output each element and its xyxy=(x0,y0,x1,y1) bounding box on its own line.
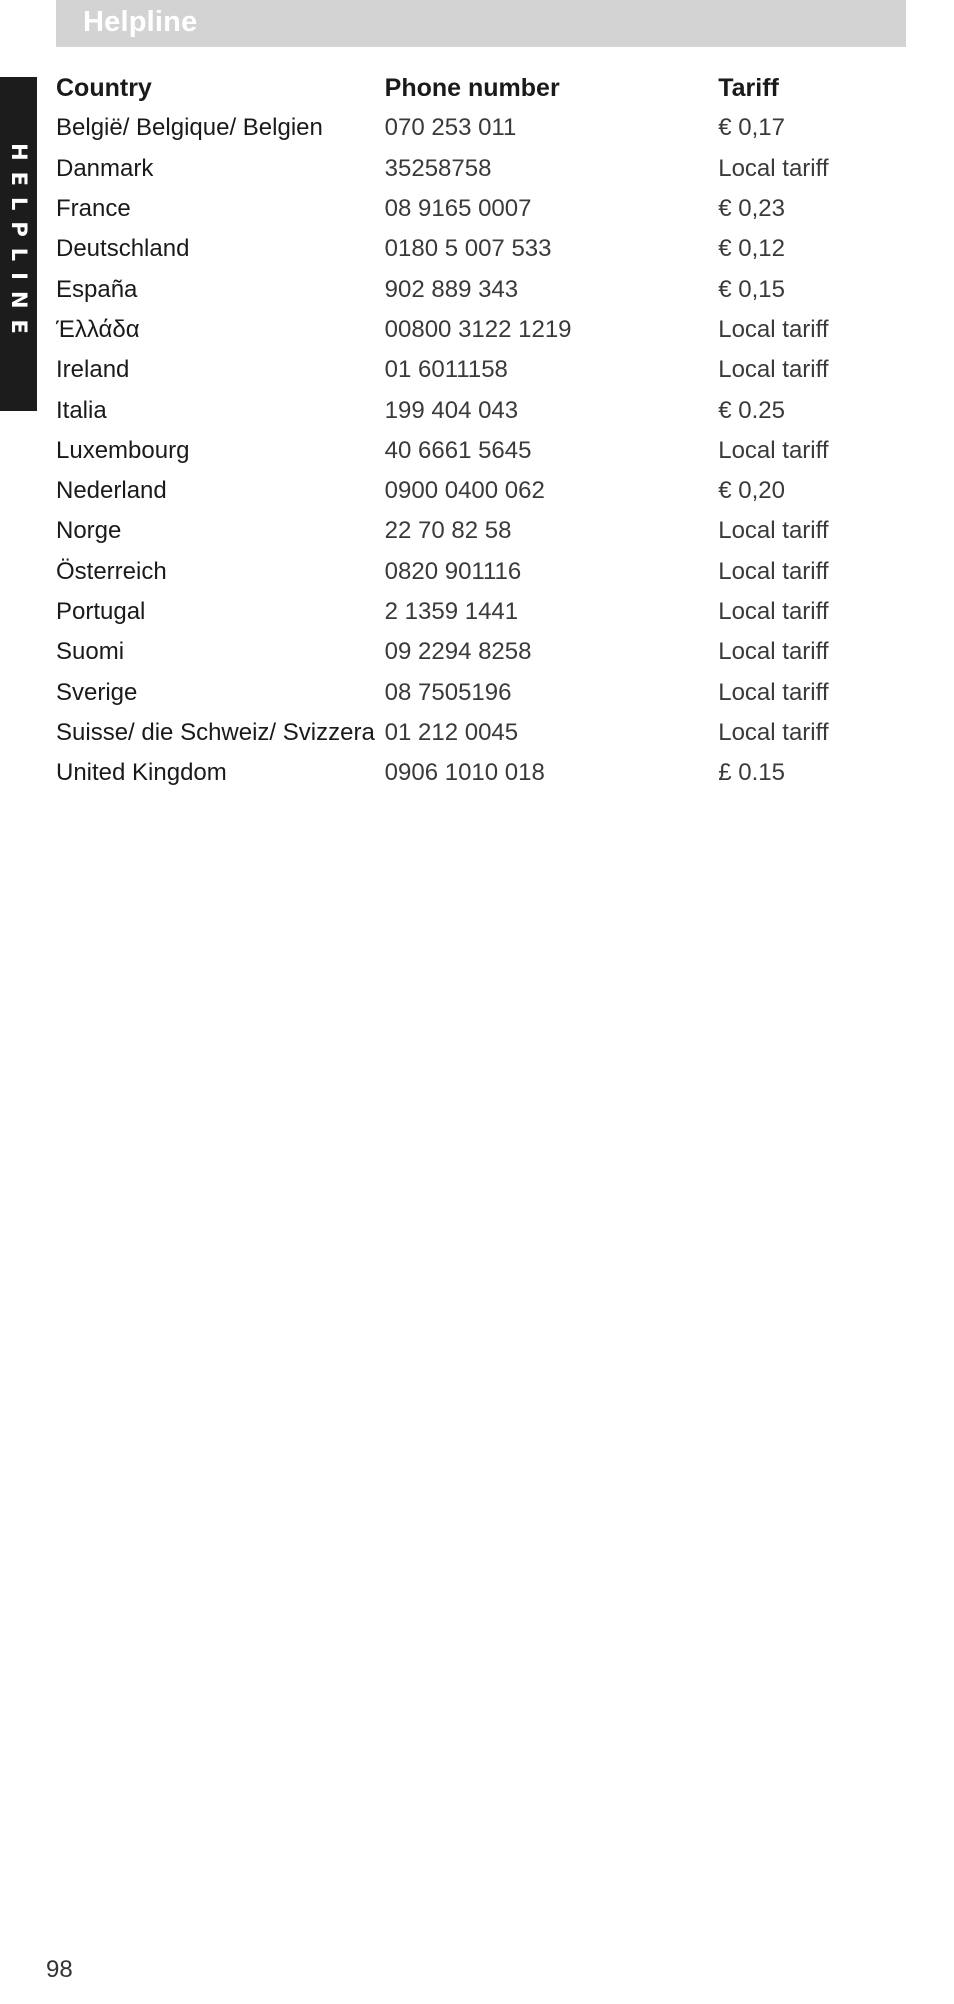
phone-cell: 08 9165 0007 xyxy=(384,195,532,223)
country-cell: België/ Belgique/ Belgien xyxy=(56,114,323,142)
phone-cell: 070 253 011 xyxy=(384,114,517,142)
section-title: Helpline xyxy=(83,6,198,38)
tariff-cell: € 0,12 xyxy=(718,235,785,263)
page-number: 98 xyxy=(46,1956,73,1983)
tariff-cell: Local tariff xyxy=(718,678,829,706)
table-row: Österreich 0820 901116 Local tariff xyxy=(56,552,856,592)
tariff-cell: £ 0.15 xyxy=(718,759,785,787)
country-cell: Luxembourg xyxy=(56,436,190,464)
table-row: Ireland 01 6011158 Local tariff xyxy=(56,350,856,390)
country-cell: Suisse/ die Schweiz/ Svizzera xyxy=(56,718,375,746)
helpline-table: Country Phone number Tariff België/ Belg… xyxy=(56,68,856,793)
table-row: Suisse/ die Schweiz/ Svizzera 01 212 0045… xyxy=(56,713,856,753)
country-cell: Suomi xyxy=(56,638,125,666)
table-row: Deutschland 0180 5 007 533 € 0,12 xyxy=(56,229,856,269)
tariff-cell: € 0,15 xyxy=(718,275,785,303)
country-cell: España xyxy=(56,275,138,303)
country-cell: Norge xyxy=(56,517,122,545)
tariff-cell: Local tariff xyxy=(718,154,829,182)
phone-cell: 0820 901116 xyxy=(384,557,522,585)
tariff-cell: Local tariff xyxy=(718,356,829,384)
country-cell: Nederland xyxy=(56,477,167,505)
country-cell: Ireland xyxy=(56,356,130,384)
phone-cell: 01 6011158 xyxy=(384,356,508,384)
phone-cell: 902 889 343 xyxy=(384,275,519,303)
phone-cell: 00800 3122 1219 xyxy=(384,315,572,343)
country-cell: Deutschland xyxy=(56,235,190,263)
country-cell: Έλλάδα xyxy=(56,315,140,343)
phone-cell: 40 6661 5645 xyxy=(384,436,532,464)
tariff-cell: Local tariff xyxy=(718,557,829,585)
column-header-phone: Phone number xyxy=(384,73,560,102)
tariff-cell: Local tariff xyxy=(718,517,829,545)
phone-cell: 0900 0400 062 xyxy=(384,477,545,505)
country-cell: Italia xyxy=(56,396,107,424)
table-row: Suomi 09 2294 8258 Local tariff xyxy=(56,632,856,672)
table-row: Nederland 0900 0400 062 € 0,20 xyxy=(56,471,856,511)
table-row: Έλλάδα 00800 3122 1219 Local tariff xyxy=(56,310,856,350)
column-header-country: Country xyxy=(56,73,152,102)
section-header-bar: Helpline xyxy=(56,0,906,47)
country-cell: Österreich xyxy=(56,557,167,585)
country-cell: Danmark xyxy=(56,154,154,182)
table-row: France 08 9165 0007 € 0,23 xyxy=(56,189,856,229)
phone-cell: 35258758 xyxy=(384,154,492,182)
country-cell: United Kingdom xyxy=(56,759,227,787)
phone-cell: 199 404 043 xyxy=(384,396,519,424)
table-row: België/ Belgique/ Belgien 070 253 011 € 0,… xyxy=(56,108,856,148)
table-row: Portugal 2 1359 1441 Local tariff xyxy=(56,592,856,632)
table-row: Sverige 08 7505196 Local tariff xyxy=(56,672,856,712)
tariff-cell: € 0,17 xyxy=(718,114,785,142)
table-row: Norge 22 70 82 58 Local tariff xyxy=(56,511,856,551)
table-body: België/ Belgique/ Belgien 070 253 011 € 0,… xyxy=(56,108,856,793)
table-row: Danmark 35258758 Local tariff xyxy=(56,149,856,189)
tariff-cell: Local tariff xyxy=(718,638,829,666)
country-cell: Sverige xyxy=(56,678,138,706)
phone-cell: 01 212 0045 xyxy=(384,718,519,746)
phone-cell: 09 2294 8258 xyxy=(384,638,532,666)
side-tab-label: HELPLINE xyxy=(6,143,31,345)
column-header-tariff: Tariff xyxy=(718,73,779,102)
country-cell: Portugal xyxy=(56,598,146,625)
table-header-row: Country Phone number Tariff xyxy=(56,68,856,108)
table-row: España 902 889 343 € 0,15 xyxy=(56,269,856,309)
phone-cell: 22 70 82 58 xyxy=(384,517,512,545)
table-row: Italia 199 404 043 € 0.25 xyxy=(56,390,856,430)
phone-cell: 0906 1010 018 xyxy=(384,759,545,787)
phone-cell: 0180 5 007 533 xyxy=(384,235,552,263)
phone-cell: 08 7505196 xyxy=(384,678,512,706)
tariff-cell: € 0,23 xyxy=(718,195,785,223)
tariff-cell: € 0.25 xyxy=(718,396,785,424)
table-row: United Kingdom 0906 1010 018 £ 0.15 xyxy=(56,753,856,793)
phone-cell: 2 1359 1441 xyxy=(384,598,519,625)
tariff-cell: Local tariff xyxy=(718,718,829,746)
country-cell: France xyxy=(56,195,131,223)
tariff-cell: € 0,20 xyxy=(718,477,785,505)
table-row: Luxembourg 40 6661 5645 Local tariff xyxy=(56,431,856,471)
tariff-cell: Local tariff xyxy=(718,315,829,343)
tariff-cell: Local tariff xyxy=(718,598,829,625)
tariff-cell: Local tariff xyxy=(718,436,829,464)
side-section-tab: HELPLINE xyxy=(0,77,37,411)
